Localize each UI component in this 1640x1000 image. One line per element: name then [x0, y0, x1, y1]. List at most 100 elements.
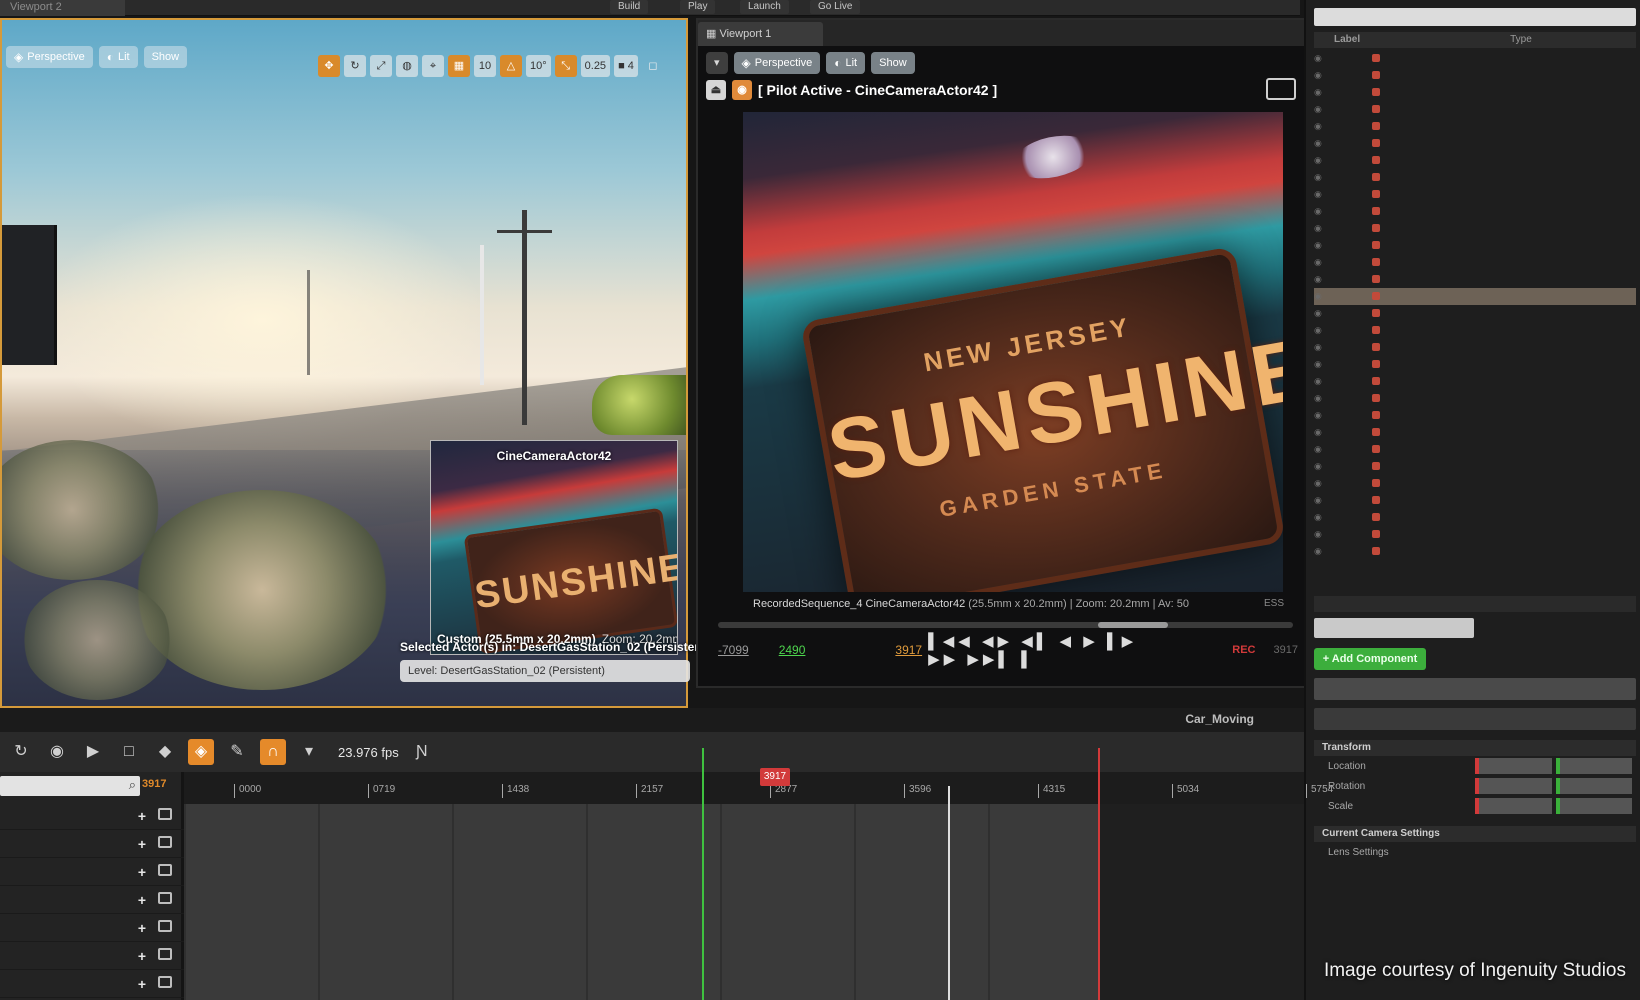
track-options-button[interactable]: □ — [116, 739, 142, 765]
outliner-row[interactable]: ◉ — [1314, 424, 1636, 441]
outliner-row[interactable]: ◉ — [1314, 135, 1636, 152]
outliner-row[interactable]: ◉ — [1314, 407, 1636, 424]
visibility-eye-icon[interactable]: ◉ — [1314, 101, 1332, 118]
outliner-row[interactable]: ◉ — [1314, 322, 1636, 339]
outliner-row[interactable]: ◉ — [1314, 186, 1636, 203]
track-search-input[interactable]: ⌕ — [0, 776, 140, 796]
outliner-row[interactable]: ◉ — [1314, 305, 1636, 322]
camera-settings-section[interactable]: Current Camera Settings — [1314, 826, 1636, 842]
visibility-eye-icon[interactable]: ◉ — [1314, 135, 1332, 152]
outliner-row[interactable]: ◉ — [1314, 373, 1636, 390]
visibility-eye-icon[interactable]: ◉ — [1314, 305, 1332, 322]
scale-snap-value[interactable]: 0.25 — [580, 55, 611, 77]
visibility-eye-icon[interactable]: ◉ — [1314, 84, 1332, 101]
outliner-row[interactable]: ◉ — [1314, 288, 1636, 305]
camera-speed-button[interactable]: ■ 4 — [614, 55, 638, 77]
track-options-icon[interactable] — [158, 836, 172, 848]
play-button[interactable]: Play — [680, 0, 716, 14]
in-range-marker[interactable] — [702, 748, 704, 1000]
track-row[interactable]: + — [0, 942, 184, 970]
edit-tool-button[interactable]: ✎ — [224, 739, 250, 765]
scrubber-range[interactable] — [1098, 622, 1168, 628]
visibility-eye-icon[interactable]: ◉ — [1314, 424, 1332, 441]
curve-editor-button[interactable]: Ɲ — [409, 739, 435, 765]
outliner-label-column[interactable]: Label — [1334, 34, 1360, 45]
time-ruler[interactable]: 0000 0719 1438 2157 2877 3596 4315 5034 5754 — [184, 772, 1333, 804]
start-frame[interactable]: -7099 — [718, 643, 749, 657]
visibility-eye-icon[interactable]: ◉ — [1314, 237, 1332, 254]
out-range-marker[interactable] — [1098, 748, 1100, 1000]
maximize-viewport-button[interactable]: ◻ — [642, 55, 664, 77]
playhead-line[interactable] — [948, 786, 950, 1000]
visibility-eye-icon[interactable]: ◉ — [1314, 390, 1332, 407]
visibility-eye-icon[interactable]: ◉ — [1314, 288, 1332, 305]
refresh-button[interactable]: ↻ — [8, 739, 34, 765]
outliner-row[interactable]: ◉ — [1314, 475, 1636, 492]
playback-controls[interactable]: ▌◀◀ ◀▶ ◀▌ ◀ ▶ ▌▶ ▶▶ ▶▶▌ ▌ — [928, 632, 1144, 668]
visibility-eye-icon[interactable]: ◉ — [1314, 220, 1332, 237]
add-track-plus-icon[interactable]: + — [138, 836, 146, 852]
scale-tool-button[interactable]: ⤢ — [370, 55, 392, 77]
visibility-eye-icon[interactable]: ◉ — [1314, 509, 1332, 526]
outliner-row[interactable]: ◉ — [1314, 339, 1636, 356]
outliner-row[interactable]: ◉ — [1314, 50, 1636, 67]
outliner-row[interactable]: ◉ — [1314, 237, 1636, 254]
visibility-eye-icon[interactable]: ◉ — [1314, 254, 1332, 271]
snap-toggle[interactable]: ∩ — [260, 739, 286, 765]
add-track-plus-icon[interactable]: + — [138, 808, 146, 824]
outliner-row[interactable]: ◉ — [1314, 152, 1636, 169]
rotate-tool-button[interactable]: ↻ — [344, 55, 366, 77]
render-button[interactable]: ▶ — [80, 739, 106, 765]
perspective-button[interactable]: ◈ Perspective — [733, 52, 821, 74]
visibility-eye-icon[interactable]: ◉ — [1314, 475, 1332, 492]
grid-snap-toggle[interactable]: ▦ — [448, 55, 470, 77]
details-tabs[interactable] — [1314, 596, 1636, 612]
outliner-row[interactable]: ◉ — [1314, 356, 1636, 373]
outliner-row[interactable]: ◉ — [1314, 254, 1636, 271]
playhead-label[interactable]: 3917 — [760, 768, 790, 786]
rotation-snap-toggle[interactable]: △ — [500, 55, 522, 77]
visibility-eye-icon[interactable]: ◉ — [1314, 543, 1332, 560]
visibility-eye-icon[interactable]: ◉ — [1314, 67, 1332, 84]
viewport-1[interactable]: ▦ Viewport 1 ▾ ◈ Perspective ◐ Lit Show … — [696, 18, 1316, 688]
visibility-eye-icon[interactable]: ◉ — [1314, 441, 1332, 458]
viewport-2[interactable]: ◈ Perspective ◐ Lit Show ✥ ↻ ⤢ ◍ ⌖ ▦ 10 … — [0, 18, 688, 708]
location-x-field[interactable] — [1474, 758, 1552, 774]
track-options-icon[interactable] — [158, 976, 172, 988]
rotation-x-field[interactable] — [1474, 778, 1552, 794]
visibility-eye-icon[interactable]: ◉ — [1314, 458, 1332, 475]
surface-snap-button[interactable]: ⌖ — [422, 55, 444, 77]
track-options-icon[interactable] — [158, 808, 172, 820]
visibility-eye-icon[interactable]: ◉ — [1314, 322, 1332, 339]
snap-options-button[interactable]: ▾ — [296, 739, 322, 765]
lock-camera-button[interactable]: ◉ — [732, 80, 752, 100]
outliner-row[interactable]: ◉ — [1314, 390, 1636, 407]
components-search[interactable] — [1314, 678, 1636, 700]
record-button[interactable]: REC — [1232, 644, 1255, 656]
outliner-row[interactable]: ◉ — [1314, 203, 1636, 220]
outliner-row[interactable]: ◉ — [1314, 271, 1636, 288]
visibility-eye-icon[interactable]: ◉ — [1314, 271, 1332, 288]
scale-y-field[interactable] — [1555, 798, 1633, 814]
track-row[interactable]: + — [0, 886, 184, 914]
lit-button[interactable]: ◐ Lit — [826, 52, 866, 74]
outliner-row[interactable]: ◉ — [1314, 458, 1636, 475]
outliner-type-column[interactable]: Type — [1510, 34, 1532, 45]
coordinate-space-button[interactable]: ◍ — [396, 55, 418, 77]
frame-rate-dropdown[interactable]: 23.976 fps — [338, 745, 399, 760]
translate-tool-button[interactable]: ✥ — [318, 55, 340, 77]
outliner-row[interactable]: ◉ — [1314, 220, 1636, 237]
track-row[interactable]: + — [0, 970, 184, 998]
outliner-row[interactable]: ◉ — [1314, 492, 1636, 509]
component-tree-root[interactable] — [1314, 708, 1636, 730]
outliner-row[interactable]: ◉ — [1314, 526, 1636, 543]
actor-name-field[interactable] — [1314, 618, 1474, 638]
camera-view-button[interactable]: ◉ — [44, 739, 70, 765]
auto-key-toggle[interactable]: ◈ — [188, 739, 214, 765]
outliner-row[interactable]: ◉ — [1314, 441, 1636, 458]
perspective-button[interactable]: ◈ Perspective — [6, 46, 93, 68]
rotation-snap-value[interactable]: 10° — [526, 55, 551, 77]
visibility-eye-icon[interactable]: ◉ — [1314, 118, 1332, 135]
outliner-row[interactable]: ◉ — [1314, 509, 1636, 526]
track-options-icon[interactable] — [158, 920, 172, 932]
